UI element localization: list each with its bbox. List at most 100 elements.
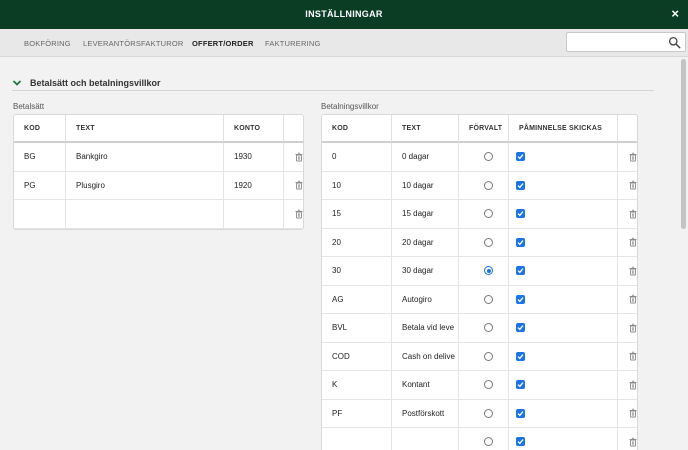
cell-paminnelse[interactable] (509, 171, 618, 200)
tab-bokforing[interactable]: BOKFÖRING (24, 39, 71, 48)
table-row[interactable]: COD Cash on delive (322, 342, 637, 371)
reminder-checkbox[interactable] (516, 323, 525, 333)
cell-kod[interactable]: AG (322, 285, 392, 314)
cell-kod[interactable]: BVL (322, 314, 392, 343)
cell-kod[interactable]: BG (14, 143, 66, 172)
cell-kod[interactable]: 0 (322, 143, 392, 172)
tab-fakturering[interactable]: FAKTURERING (265, 39, 321, 48)
reminder-checkbox[interactable] (516, 380, 525, 390)
trash-icon[interactable] (628, 380, 637, 390)
default-radio[interactable] (484, 266, 493, 276)
cell-text[interactable]: Cash on delive (392, 342, 459, 371)
table-row[interactable]: BG Bankgiro 1930 (14, 143, 303, 172)
cell-kod[interactable]: PF (322, 399, 392, 428)
column-header-text[interactable]: TEXT (392, 115, 459, 143)
cell-delete[interactable] (618, 371, 637, 400)
cell-delete[interactable] (618, 400, 637, 428)
cell-text[interactable]: Plusgiro (66, 171, 224, 200)
cell-delete[interactable] (618, 286, 637, 314)
default-radio[interactable] (484, 437, 493, 447)
cell-text[interactable]: 15 dagar (392, 200, 459, 229)
table-row[interactable]: PF Postförskott (322, 399, 637, 428)
cell-forvalt[interactable] (459, 371, 509, 400)
cell-forvalt[interactable] (459, 200, 509, 229)
cell-text[interactable]: Postförskott (392, 399, 459, 428)
reminder-checkbox[interactable] (516, 180, 525, 190)
cell-paminnelse[interactable] (509, 228, 618, 257)
cell-delete[interactable] (284, 200, 303, 229)
reminder-checkbox[interactable] (516, 152, 525, 162)
cell-delete[interactable] (618, 172, 637, 200)
cell-forvalt[interactable] (459, 342, 509, 371)
trash-icon[interactable] (628, 237, 637, 247)
trash-icon[interactable] (628, 180, 637, 190)
cell-delete[interactable] (618, 257, 637, 286)
search-icon[interactable] (668, 36, 681, 49)
trash-icon[interactable] (628, 323, 637, 333)
cell-text[interactable] (66, 200, 224, 229)
cell-paminnelse[interactable] (509, 143, 618, 172)
column-header-kod[interactable]: KOD (14, 115, 66, 143)
cell-paminnelse[interactable] (509, 399, 618, 428)
chevron-down-icon[interactable] (12, 78, 22, 88)
cell-paminnelse[interactable] (509, 200, 618, 229)
cell-paminnelse[interactable] (509, 428, 618, 450)
default-radio[interactable] (484, 152, 493, 162)
cell-text[interactable]: 0 dagar (392, 143, 459, 172)
cell-forvalt[interactable] (459, 143, 509, 172)
table-row[interactable]: 00 dagar (322, 143, 637, 172)
close-icon[interactable]: × (671, 7, 679, 21)
cell-konto[interactable]: 1920 (224, 171, 284, 200)
reminder-checkbox[interactable] (516, 266, 525, 276)
cell-delete[interactable] (618, 343, 637, 371)
table-row[interactable]: AG Autogiro (322, 285, 637, 314)
cell-konto[interactable] (224, 200, 284, 229)
cell-text[interactable]: Autogiro (392, 285, 459, 314)
cell-forvalt[interactable] (459, 314, 509, 343)
reminder-checkbox[interactable] (516, 351, 525, 361)
default-radio[interactable] (484, 351, 493, 361)
column-header-forvalt[interactable]: FÖRVALT (459, 115, 509, 143)
cell-delete[interactable] (284, 172, 303, 200)
cell-kod[interactable]: 10 (322, 171, 392, 200)
reminder-checkbox[interactable] (516, 209, 525, 219)
cell-forvalt[interactable] (459, 399, 509, 428)
column-header-kod[interactable]: KOD (322, 115, 392, 143)
cell-text[interactable]: 10 dagar (392, 171, 459, 200)
table-row[interactable]: 15 15 dagar (322, 200, 637, 229)
trash-icon[interactable] (294, 209, 303, 219)
table-row[interactable]: K Kontant (322, 371, 637, 400)
cell-text[interactable] (392, 428, 459, 450)
default-radio[interactable] (484, 209, 493, 219)
reminder-checkbox[interactable] (516, 437, 525, 447)
cell-delete[interactable] (618, 428, 637, 450)
default-radio[interactable] (484, 237, 493, 247)
reminder-checkbox[interactable] (516, 408, 525, 418)
cell-kod[interactable]: 15 (322, 200, 392, 229)
section-toggle[interactable]: Betalsätt och betalningsvillkor (12, 77, 654, 91)
cell-text[interactable]: Kontant (392, 371, 459, 400)
cell-text[interactable]: Betala vid leve (392, 314, 459, 343)
trash-icon[interactable] (628, 294, 637, 304)
cell-forvalt[interactable] (459, 171, 509, 200)
table-row[interactable]: PG Plusgiro 1920 (14, 171, 303, 200)
cell-forvalt[interactable] (459, 228, 509, 257)
cell-kod[interactable]: COD (322, 342, 392, 371)
trash-icon[interactable] (628, 351, 637, 361)
cell-text[interactable]: 30 dagar (392, 257, 459, 286)
cell-text[interactable]: Bankgiro (66, 143, 224, 172)
cell-paminnelse[interactable] (509, 371, 618, 400)
table-row[interactable]: BVL Betala vid leve (322, 314, 637, 343)
cell-paminnelse[interactable] (509, 314, 618, 343)
trash-icon[interactable] (294, 152, 303, 162)
trash-icon[interactable] (628, 437, 637, 447)
tab-leverantorsfakturor[interactable]: LEVERANTÖRSFAKTUROR (83, 39, 183, 48)
table-row[interactable]: 30 30 dagar (322, 257, 637, 286)
cell-kod[interactable] (322, 428, 392, 450)
trash-icon[interactable] (628, 152, 637, 162)
cell-forvalt[interactable] (459, 257, 509, 286)
column-header-text[interactable]: TEXT (66, 115, 224, 143)
cell-kod[interactable] (14, 200, 66, 229)
column-header-paminnelse[interactable]: PÅMINNELSE SKICKAS (509, 115, 618, 143)
default-radio[interactable] (484, 180, 493, 190)
